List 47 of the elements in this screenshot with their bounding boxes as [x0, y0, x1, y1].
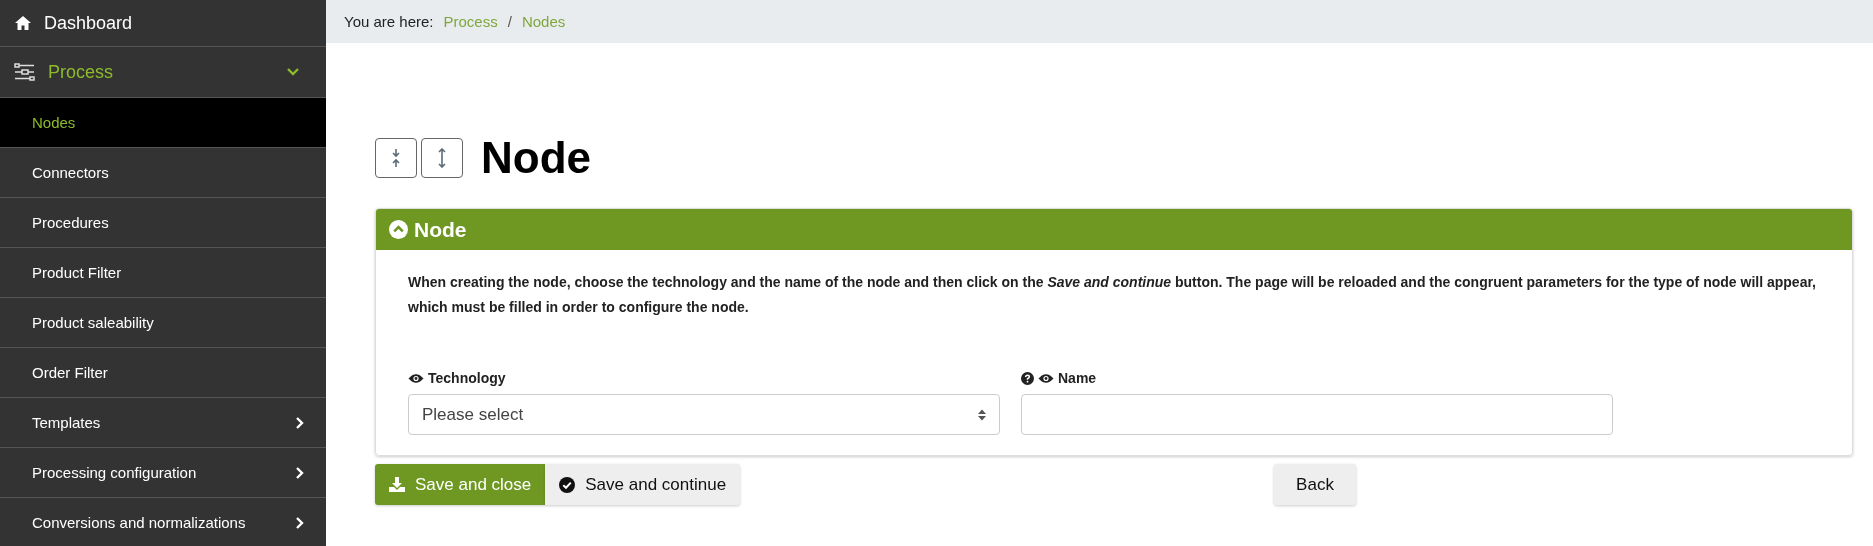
sidebar-item[interactable]: Product Filter: [0, 248, 326, 298]
back-button[interactable]: Back: [1274, 464, 1356, 505]
breadcrumb-prefix: You are here:: [344, 13, 434, 30]
sidebar-label: Templates: [32, 414, 102, 431]
sidebar-label: Order Filter: [32, 364, 109, 381]
chevron-right-icon: [294, 515, 306, 530]
name-field[interactable]: [1021, 394, 1613, 435]
sidebar-item[interactable]: Conversions and normalizations: [0, 498, 326, 546]
sidebar-label: Nodes: [32, 114, 77, 131]
technology-select[interactable]: Please select: [408, 394, 1000, 435]
eye-icon: [1038, 372, 1054, 384]
sidebar-item[interactable]: Processing configuration: [0, 448, 326, 498]
sidebar-label: Process: [48, 61, 115, 83]
description-text: When creating the node, choose the technology and the name of the node and then click on the Save and continue button. The page will be reloaded and the congruent parameters for the type of node will appear, which must be filled in order to configure the node.: [408, 273, 1817, 317]
download-icon: [389, 477, 405, 492]
sidebar-item[interactable]: Connectors: [0, 148, 326, 198]
collapse-arrows-icon: [391, 149, 401, 167]
sidebar-item[interactable]: Nodes: [0, 98, 326, 148]
home-icon: [14, 15, 32, 31]
sidebar-item[interactable]: Order Filter: [0, 348, 326, 398]
save-continue-button[interactable]: Save and continue: [545, 464, 741, 505]
page-title: Node: [481, 133, 591, 183]
sidebar-label: Dashboard: [44, 12, 134, 34]
collapse-all-button[interactable]: [375, 138, 417, 178]
breadcrumb-separator: /: [507, 13, 512, 30]
sidebar-label: Product Filter: [32, 264, 123, 281]
expand-arrows-icon: [437, 148, 447, 168]
sidebar-item[interactable]: Dashboard: [0, 0, 326, 47]
eye-icon: [408, 372, 424, 384]
chevron-right-icon: [294, 415, 306, 430]
sort-arrows-icon: [977, 407, 987, 422]
sidebar-label: Processing configuration: [32, 464, 198, 481]
sidebar-label: Connectors: [32, 164, 110, 181]
expand-all-button[interactable]: [421, 138, 463, 178]
sidebar-label: Conversions and normalizations: [32, 514, 247, 531]
collapse-circle-icon: [389, 220, 408, 239]
process-icon: [14, 63, 36, 81]
chevron-right-icon: [294, 465, 306, 480]
sidebar-label: Product saleability: [32, 314, 155, 331]
field-label: Technology: [428, 370, 506, 386]
sidebar-item[interactable]: Product saleability: [0, 298, 326, 348]
sidebar-item[interactable]: Procedures: [0, 198, 326, 248]
sidebar-label: Procedures: [32, 214, 110, 231]
check-circle-icon: [559, 476, 576, 493]
panel-title: Node: [414, 217, 467, 242]
sidebar-item[interactable]: Templates: [0, 398, 326, 448]
field-label: Name: [1058, 370, 1097, 386]
